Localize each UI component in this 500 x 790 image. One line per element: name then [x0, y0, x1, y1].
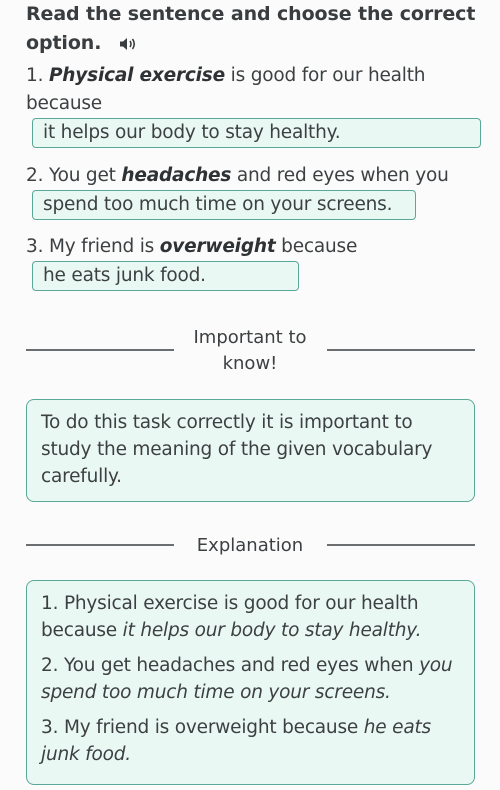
answer-box-1[interactable]: it helps our body to stay healthy. — [32, 118, 481, 148]
explanation-item-3: 3. My friend is overweight because he ea… — [41, 714, 460, 768]
answer-text: he eats junk food. — [43, 265, 206, 286]
important-text: To do this task correctly it is importan… — [41, 412, 433, 487]
question-3: 3. My friend is overweight because — [26, 233, 486, 261]
instruction-title: Read the sentence and choose the correct… — [26, 0, 476, 58]
question-2: 2. You get headaches and red eyes when y… — [26, 162, 486, 190]
item-number: 1. — [41, 593, 59, 614]
question-keyword: headaches — [121, 165, 232, 186]
question-number: 3. — [26, 236, 44, 257]
answer-box-2[interactable]: spend too much time on your screens. — [32, 190, 416, 220]
item-answer: it helps our body to stay healthy. — [122, 620, 422, 641]
divider-line-right — [327, 349, 475, 351]
item-text: You get headaches and red eyes when — [58, 655, 420, 676]
question-number: 1. — [26, 65, 44, 86]
item-text: My friend is overweight because — [58, 717, 364, 738]
divider-line-left — [26, 544, 174, 546]
important-heading: Important to know! — [193, 327, 307, 374]
question-number: 2. — [26, 165, 44, 186]
explanation-heading: Explanation — [196, 535, 304, 556]
explanation-item-2: 2. You get headaches and red eyes when y… — [41, 652, 460, 706]
divider-line-left — [26, 349, 174, 351]
speaker-icon[interactable] — [118, 36, 138, 52]
question-text: My friend is — [48, 236, 160, 257]
instruction-text: Read the sentence and choose the correct… — [26, 3, 476, 54]
explanation-box: 1. Physical exercise is good for our hea… — [26, 580, 475, 785]
divider-line-right — [327, 544, 475, 546]
question-1: 1. Physical exercise is good for our hea… — [26, 62, 486, 118]
item-number: 2. — [41, 655, 59, 676]
question-text: and red eyes when you — [231, 165, 449, 186]
question-text: because — [275, 236, 358, 257]
item-number: 3. — [41, 717, 59, 738]
answer-text: it helps our body to stay healthy. — [43, 122, 341, 143]
question-text: You get — [48, 165, 122, 186]
explanation-item-1: 1. Physical exercise is good for our hea… — [41, 590, 460, 644]
question-keyword: overweight — [159, 236, 276, 257]
exercise-page: Read the sentence and choose the correct… — [0, 0, 500, 790]
question-keyword: Physical exercise — [48, 65, 225, 86]
important-box: To do this task correctly it is importan… — [26, 399, 475, 502]
answer-text: spend too much time on your screens. — [43, 194, 393, 215]
answer-box-3[interactable]: he eats junk food. — [32, 261, 299, 291]
